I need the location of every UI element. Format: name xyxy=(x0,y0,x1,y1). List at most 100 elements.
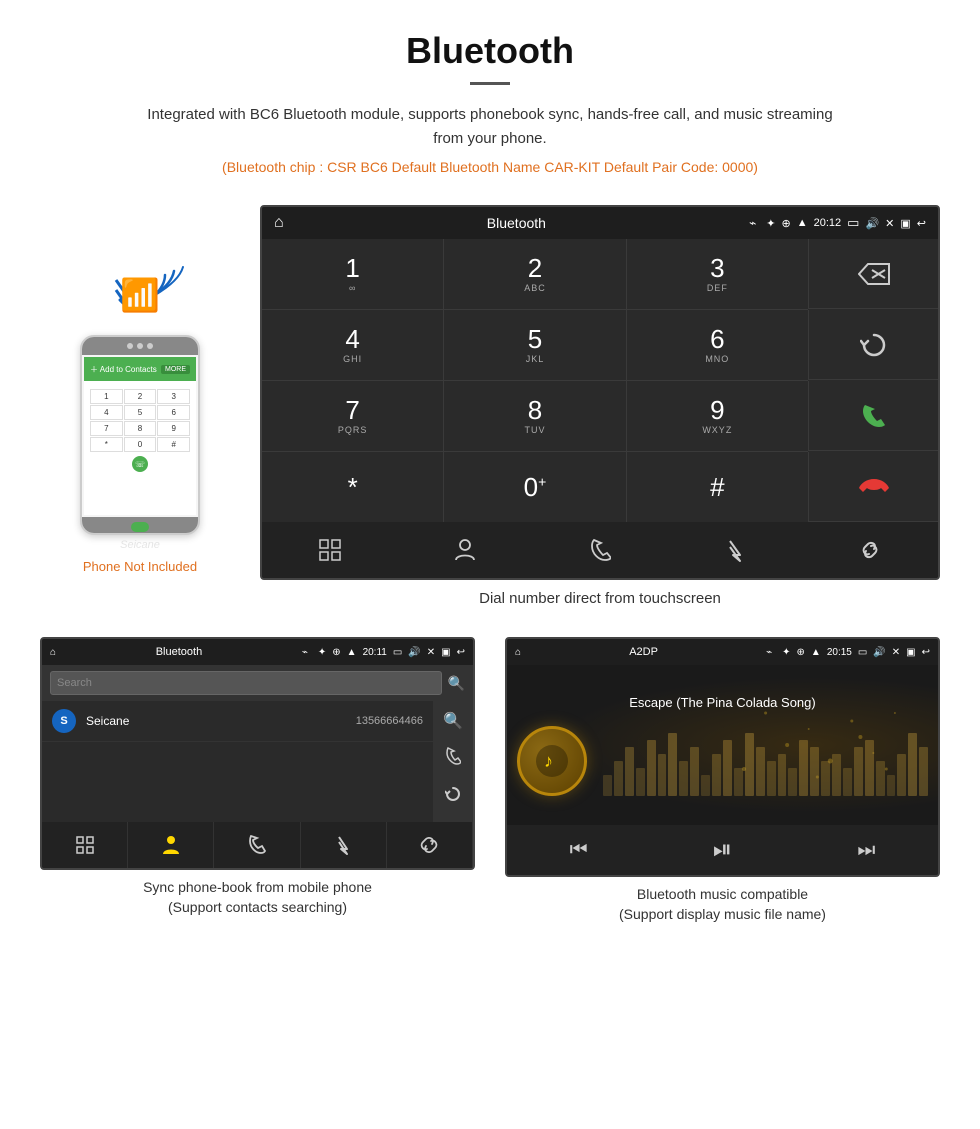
dial-key-2[interactable]: 2 ABC xyxy=(444,239,625,309)
car-backspace-key[interactable] xyxy=(808,239,938,309)
bottom-screenshots: ⌂ Bluetooth ⌁ ✦ ⊕ ▲ 20:11 ▭ 🔊 ✕ ▣ ↩ Sear… xyxy=(0,637,980,944)
music-time: 20:15 xyxy=(827,647,852,658)
dial-key-0[interactable]: 0+ xyxy=(444,452,625,522)
phone-key-8: 8 xyxy=(124,421,157,436)
car-gps-icon: ⊕ xyxy=(782,217,791,230)
music-bt-icon: ✦ xyxy=(782,647,790,658)
pb-window-icon[interactable]: ▣ xyxy=(441,647,450,658)
pb-contact-row[interactable]: S Seicane 13566664466 xyxy=(42,701,433,742)
phone-keypad: 1 2 3 4 5 6 7 8 9 * 0 # xyxy=(90,389,190,452)
music-caption: Bluetooth music compatible(Support displ… xyxy=(619,885,826,924)
car-usb-icon: ⌁ xyxy=(749,216,756,230)
car-contacts-btn[interactable] xyxy=(397,522,532,578)
pb-camera-icon[interactable]: ▭ xyxy=(393,647,402,658)
music-album-art: ♪ xyxy=(517,726,587,796)
music-status-title: A2DP xyxy=(527,646,760,658)
car-grid-btn[interactable] xyxy=(262,522,397,578)
dial-key-6[interactable]: 6 MNO xyxy=(627,310,808,380)
car-phone-btn[interactable] xyxy=(532,522,667,578)
dial-key-star[interactable]: * xyxy=(262,452,443,522)
phone-call-icon: ☏ xyxy=(135,460,145,469)
phone-key-5: 5 xyxy=(124,405,157,420)
phone-home-btn xyxy=(131,522,149,532)
car-screen-area: ⌂ Bluetooth ⌁ ✦ ⊕ ▲ 20:12 ▭ 🔊 ✕ ▣ ↩ xyxy=(260,205,940,627)
music-screen: ⌂ A2DP ⌁ ✦ ⊕ ▲ 20:15 ▭ 🔊 ✕ ▣ ↩ xyxy=(505,637,940,877)
phone-key-2: 2 xyxy=(124,389,157,404)
call-green-icon xyxy=(859,401,889,431)
speaker-dot2 xyxy=(137,343,143,349)
car-bt-btn[interactable] xyxy=(668,522,803,578)
car-camera-icon[interactable]: ▭ xyxy=(847,215,859,231)
pb-close-x-icon[interactable]: ✕ xyxy=(427,647,435,658)
pb-bt-btn[interactable] xyxy=(301,822,387,868)
header-divider xyxy=(470,82,510,85)
music-next-btn[interactable]: ⏭ xyxy=(857,839,875,862)
page-description: Integrated with BC6 Bluetooth module, su… xyxy=(140,103,840,151)
car-signal-icon: ▲ xyxy=(797,217,808,229)
pb-bt-icon xyxy=(335,834,351,856)
music-close-icon[interactable]: ✕ xyxy=(892,647,900,658)
pb-link-btn[interactable] xyxy=(387,822,473,868)
dial-key-4[interactable]: 4 GHI xyxy=(262,310,443,380)
music-camera-icon[interactable]: ▭ xyxy=(858,647,867,658)
car-close-icon[interactable]: ✕ xyxy=(885,217,894,230)
car-back-icon[interactable]: ↩ xyxy=(917,217,926,230)
pb-usb-icon: ⌁ xyxy=(302,647,308,658)
car-screen-caption: Dial number direct from touchscreen xyxy=(479,590,721,607)
music-signal-icon: ▲ xyxy=(811,647,821,658)
phone-screen: ＋ Add to Contacts MORE 1 2 3 4 5 6 7 8 9 xyxy=(84,357,196,515)
pb-gps-icon: ⊕ xyxy=(332,647,340,658)
pb-call-icon xyxy=(248,835,266,855)
pb-search-box[interactable]: Search xyxy=(50,671,442,695)
dial-key-5[interactable]: 5 JKL xyxy=(444,310,625,380)
music-playpause-btn[interactable]: ⏯ xyxy=(713,836,732,864)
dial-key-3[interactable]: 3 DEF xyxy=(627,239,808,309)
bluetooth-waves: 📶 ₮ xyxy=(100,265,180,325)
music-main: Escape (The Pina Colada Song) ♪ xyxy=(507,665,938,825)
music-vol-icon[interactable]: 🔊 xyxy=(873,647,885,658)
dial-key-hash[interactable]: # xyxy=(627,452,808,522)
pb-phone-btn[interactable] xyxy=(214,822,300,868)
pb-bottom-actions xyxy=(42,822,473,868)
pb-grid-btn[interactable] xyxy=(42,822,128,868)
page-title: Bluetooth xyxy=(20,30,960,72)
car-call-green-key[interactable] xyxy=(808,381,938,451)
pb-side-phone-icon[interactable] xyxy=(439,741,467,776)
pb-back-icon[interactable]: ↩ xyxy=(457,647,465,658)
phone-key-6: 6 xyxy=(157,405,190,420)
phone-call-green: ☏ xyxy=(132,456,148,472)
car-screen-title: Bluetooth xyxy=(294,215,739,231)
pb-home-icon[interactable]: ⌂ xyxy=(50,647,56,658)
car-home-icon[interactable]: ⌂ xyxy=(274,214,284,232)
speaker-dot xyxy=(127,343,133,349)
pb-grid-icon xyxy=(76,836,94,854)
music-usb-icon: ⌁ xyxy=(766,647,772,658)
car-window-icon[interactable]: ▣ xyxy=(900,217,910,230)
music-home-icon[interactable]: ⌂ xyxy=(515,647,521,658)
phone-more-btn: MORE xyxy=(161,365,190,374)
phone-top-bar xyxy=(82,337,198,355)
phonebook-item: ⌂ Bluetooth ⌁ ✦ ⊕ ▲ 20:11 ▭ 🔊 ✕ ▣ ↩ Sear… xyxy=(40,637,475,924)
pb-contact-name: Seicane xyxy=(86,714,356,728)
dial-key-8[interactable]: 8 TUV xyxy=(444,381,625,451)
car-call-red-key[interactable] xyxy=(808,452,938,522)
pb-link-icon xyxy=(419,835,439,855)
pb-search-icon[interactable]: 🔍 xyxy=(448,675,465,692)
music-prev-btn[interactable]: ⏮ xyxy=(570,839,588,862)
dial-key-9[interactable]: 9 WXYZ xyxy=(627,381,808,451)
car-reload-key[interactable] xyxy=(808,310,938,380)
dial-key-1[interactable]: 1 ∞ xyxy=(262,239,443,309)
music-back-icon[interactable]: ↩ xyxy=(922,647,930,658)
pb-person-btn[interactable] xyxy=(128,822,214,868)
pb-side-refresh-icon[interactable] xyxy=(439,780,467,813)
pb-side-search-icon[interactable]: 🔍 xyxy=(437,705,469,737)
dial-key-7[interactable]: 7 PQRS xyxy=(262,381,443,451)
phone-key-4: 4 xyxy=(90,405,123,420)
music-window-icon[interactable]: ▣ xyxy=(906,647,915,658)
phone-bottom-bar xyxy=(82,517,198,535)
car-link-btn[interactable] xyxy=(803,522,938,578)
phone-key-3: 3 xyxy=(157,389,190,404)
car-volume-icon[interactable]: 🔊 xyxy=(865,217,879,230)
pb-volume-icon[interactable]: 🔊 xyxy=(408,647,420,658)
page-specs: (Bluetooth chip : CSR BC6 Default Blueto… xyxy=(20,159,960,175)
